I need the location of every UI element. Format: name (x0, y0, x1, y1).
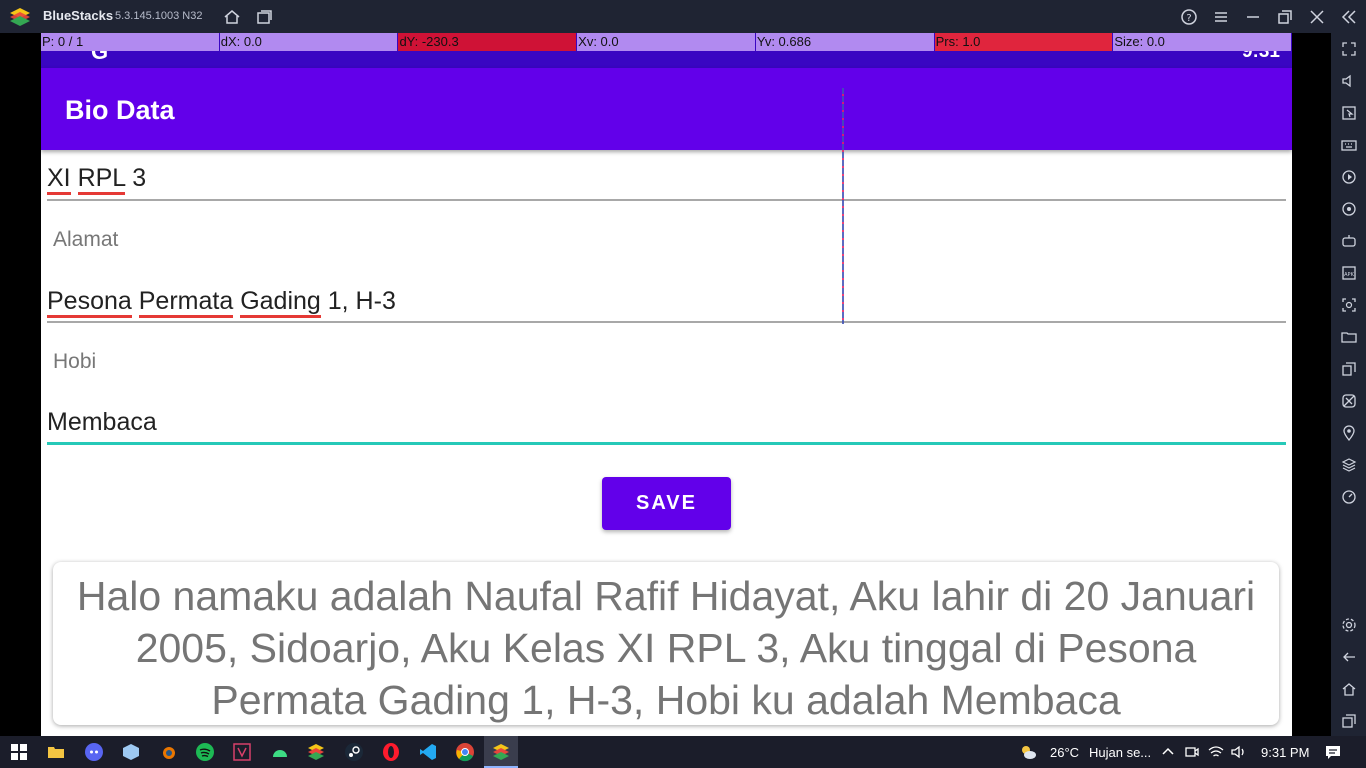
kelas-field[interactable]: XI RPL 3 (47, 164, 147, 195)
bluestacks-logo-icon (10, 8, 30, 26)
minimize-icon[interactable] (1244, 8, 1262, 26)
android-screen: G 9:31 P: 0 / 1 dX: 0.0 dY: -230.3 Xv: 0… (41, 33, 1292, 736)
pointer-dx: dX: 0.0 (219, 33, 399, 51)
rotate-icon[interactable] (1341, 201, 1357, 217)
svg-text:?: ? (1186, 13, 1191, 24)
svg-text:APK: APK (1344, 272, 1354, 278)
spotify-icon[interactable] (195, 742, 215, 762)
pointer-trace (842, 88, 844, 324)
close-icon[interactable] (1308, 8, 1326, 26)
cursor-lock-icon[interactable] (1341, 105, 1357, 121)
app-version: 5.3.145.1003 N32 (115, 10, 203, 22)
save-button[interactable]: SAVE (602, 477, 731, 530)
vectr-icon[interactable] (232, 742, 252, 762)
collapse-sidebar-icon[interactable] (1340, 8, 1358, 26)
game-controls-icon[interactable] (1341, 233, 1357, 249)
kelas-word: RPL (77, 164, 126, 195)
alamat-word: Gading (240, 287, 321, 318)
vscode-icon[interactable] (418, 742, 438, 762)
help-icon[interactable]: ? (1180, 8, 1198, 26)
speaker-icon[interactable] (1229, 742, 1249, 762)
volume-icon[interactable] (1341, 73, 1357, 89)
pointer-location-overlay: P: 0 / 1 dX: 0.0 dY: -230.3 Xv: 0.0 Yv: … (41, 33, 1292, 51)
weather-text: Hujan se... (1089, 745, 1152, 760)
pointer-yv: Yv: 0.686 (755, 33, 935, 51)
back-icon[interactable] (1341, 649, 1357, 665)
android-home-icon[interactable] (1341, 681, 1357, 697)
bluestacks-sidebar: APK (1331, 33, 1366, 736)
weather-icon[interactable] (1018, 742, 1038, 762)
performance-icon[interactable] (1341, 489, 1357, 505)
settings-icon[interactable] (1341, 617, 1357, 633)
discord-icon[interactable] (84, 742, 104, 762)
file-explorer-icon[interactable] (46, 742, 66, 762)
tray-chevron-up-icon[interactable] (1158, 742, 1178, 762)
notifications-icon[interactable] (1323, 742, 1343, 762)
alamat-underline (47, 321, 1286, 323)
alamat-word: Permata (138, 287, 234, 318)
layers-icon[interactable] (1341, 457, 1357, 473)
blender-icon[interactable] (158, 742, 178, 762)
page-title: Bio Data (65, 95, 175, 125)
kelas-word: XI (47, 164, 71, 195)
chrome-icon[interactable] (455, 742, 475, 762)
steam-icon[interactable] (344, 742, 364, 762)
pointer-pressure: Prs: 1.0 (934, 33, 1114, 51)
hobi-label: Hobi (53, 350, 97, 373)
kelas-word: 3 (132, 164, 147, 192)
home-icon[interactable] (223, 8, 241, 26)
pointer-size: Size: 0.0 (1113, 33, 1292, 51)
meet-now-icon[interactable] (1182, 742, 1202, 762)
recent-apps-icon[interactable] (1341, 713, 1357, 729)
android-studio-icon[interactable] (270, 742, 290, 762)
alamat-field[interactable]: Pesona Permata Gading 1, H-3 (47, 287, 396, 318)
location-icon[interactable] (1341, 425, 1357, 441)
hobi-underline-focused (47, 442, 1286, 445)
macro-play-icon[interactable] (1341, 169, 1357, 185)
bluestacks-active-icon[interactable] (491, 742, 511, 762)
result-card: Halo namaku adalah Naufal Rafif Hidayat,… (53, 562, 1279, 725)
bluestacks-taskbar-icon[interactable] (306, 742, 326, 762)
eco-mode-icon[interactable] (1341, 393, 1357, 409)
pointer-xv: Xv: 0.0 (577, 33, 756, 51)
screenshot-icon[interactable] (1341, 297, 1357, 313)
android-status-bar: G 9:31 P: 0 / 1 dX: 0.0 dY: -230.3 Xv: 0… (41, 33, 1292, 68)
right-gutter (1292, 33, 1331, 736)
opera-icon[interactable] (381, 742, 401, 762)
pointer-dy: dY: -230.3 (398, 33, 578, 51)
multi-instance-icon[interactable] (255, 8, 273, 26)
windows-start-icon[interactable] (9, 742, 29, 762)
alamat-word: Pesona (47, 287, 132, 318)
fullscreen-icon[interactable] (1341, 41, 1357, 57)
menu-icon[interactable] (1212, 8, 1230, 26)
app-name: BlueStacks (43, 8, 114, 23)
left-gutter (0, 33, 41, 736)
windows-taskbar: 26°C Hujan se... 9:31 PM (0, 736, 1366, 768)
keyboard-icon[interactable] (1341, 137, 1357, 153)
hobi-field[interactable]: Membaca (47, 408, 157, 437)
multi-instance-sync-icon[interactable] (1341, 361, 1357, 377)
bluestacks-titlebar: BlueStacks 5.3.145.1003 N32 ? (0, 0, 1366, 33)
alamat-word: 1, H-3 (327, 287, 396, 315)
apk-install-icon[interactable]: APK (1341, 265, 1357, 281)
result-text: Halo namaku adalah Naufal Rafif Hidayat,… (76, 573, 1256, 723)
wifi-icon[interactable] (1206, 742, 1226, 762)
pointer-count: P: 0 / 1 (41, 33, 220, 51)
weather-temp: 26°C (1050, 745, 1080, 760)
3d-app-icon[interactable] (121, 742, 141, 762)
folder-icon[interactable] (1341, 329, 1357, 345)
app-bar: Bio Data (41, 68, 1292, 150)
system-clock[interactable]: 9:31 PM (1261, 745, 1309, 760)
kelas-underline (47, 199, 1286, 201)
alamat-label: Alamat (53, 228, 119, 251)
restore-icon[interactable] (1276, 8, 1294, 26)
